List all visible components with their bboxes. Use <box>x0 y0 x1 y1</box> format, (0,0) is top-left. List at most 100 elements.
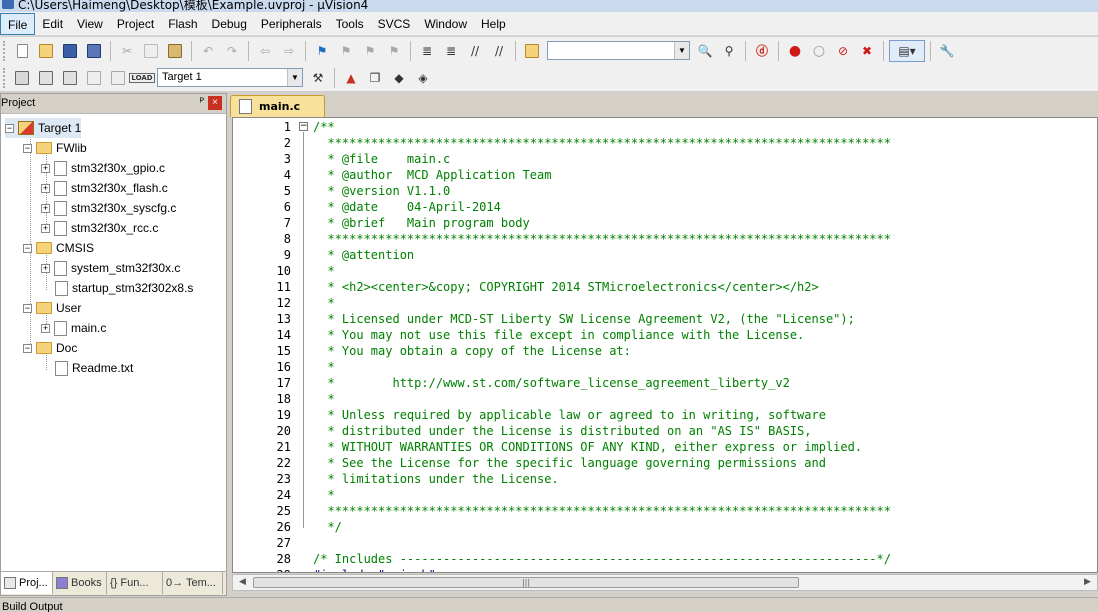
title-bar: C:\Users\Haimeng\Desktop\模板\Example.uvpr… <box>0 0 1098 12</box>
tree-file-item[interactable]: + main.c <box>41 318 106 338</box>
disable-all-breakpoints-button[interactable]: ⊘ <box>832 40 854 62</box>
menu-window[interactable]: Window <box>417 13 474 35</box>
tree-group-user[interactable]: − User <box>23 298 81 318</box>
line-number: 15 <box>276 344 291 358</box>
pack-installer-button[interactable]: ◈ <box>412 67 434 89</box>
file-extensions-button[interactable]: ❐ <box>364 67 386 89</box>
indent-button[interactable]: ≣ <box>416 40 438 62</box>
bookmark-next-button[interactable]: ⚑ <box>359 40 381 62</box>
bookmark-clear-button[interactable]: ⚑ <box>383 40 405 62</box>
navigate-forward-button[interactable]: ⇨ <box>278 40 300 62</box>
tab-books[interactable]: Books <box>53 572 107 594</box>
menu-debug[interactable]: Debug <box>205 13 254 35</box>
open-file-button[interactable] <box>35 40 57 62</box>
collapse-icon[interactable]: − <box>23 143 32 153</box>
menu-flash[interactable]: Flash <box>161 13 204 35</box>
tree-group-doc[interactable]: − Doc <box>23 338 77 358</box>
manage-components-button[interactable]: ▲ <box>340 67 362 89</box>
toolbar-grip[interactable] <box>3 67 7 88</box>
menu-project[interactable]: Project <box>110 13 161 35</box>
save-all-button[interactable] <box>83 40 105 62</box>
undo-button[interactable]: ↶ <box>197 40 219 62</box>
tree-file-item[interactable]: + stm32f30x_flash.c <box>41 178 168 198</box>
bookmark-prev-button[interactable]: ⚑ <box>335 40 357 62</box>
pin-icon[interactable]: ᴾ <box>200 94 204 112</box>
menu-help[interactable]: Help <box>474 13 513 35</box>
expand-icon[interactable]: + <box>41 203 50 213</box>
stack-icon: ❐ <box>369 70 381 85</box>
target-options-button[interactable]: ⚒ <box>307 67 329 89</box>
components-icon: ▲ <box>346 70 356 85</box>
batch-build-button[interactable] <box>83 67 105 89</box>
bookmark-toggle-button[interactable]: ⚑ <box>311 40 333 62</box>
download-button[interactable]: LOAD <box>129 67 155 89</box>
rebuild-icon <box>63 70 77 85</box>
tree-file-item[interactable]: + stm32f30x_syscfg.c <box>41 198 176 218</box>
menu-view[interactable]: View <box>70 13 110 35</box>
expand-icon[interactable]: + <box>41 163 50 173</box>
editor-horizontal-scrollbar[interactable]: ◀ ||| ▶ <box>232 574 1098 591</box>
target-select[interactable]: Target 1 ▼ <box>157 68 303 87</box>
insert-breakpoint-button[interactable]: ● <box>784 40 806 62</box>
find-button[interactable]: 🔍 <box>694 40 716 62</box>
scrollbar-thumb[interactable]: ||| <box>253 577 799 588</box>
kill-all-breakpoints-button[interactable]: ✖ <box>856 40 878 62</box>
fold-toggle-icon[interactable]: − <box>299 122 308 131</box>
window-layout-button[interactable]: ▤▾ <box>889 39 925 62</box>
menu-file[interactable]: File <box>0 12 36 35</box>
scroll-right-icon[interactable]: ▶ <box>1080 576 1095 589</box>
stop-build-button[interactable] <box>107 67 129 89</box>
expand-icon[interactable]: + <box>41 223 50 233</box>
tab-main-c[interactable]: main.c <box>230 95 325 117</box>
select-packs-button[interactable]: ◆ <box>388 67 410 89</box>
enable-breakpoint-button[interactable]: ○ <box>808 40 830 62</box>
start-debug-button[interactable]: ⓓ <box>751 40 773 62</box>
expand-icon[interactable]: + <box>41 323 50 333</box>
navigate-back-button[interactable]: ⇦ <box>254 40 276 62</box>
toolbar-separator <box>410 40 411 61</box>
menu-peripherals[interactable]: Peripherals <box>254 13 329 35</box>
uncomment-button[interactable]: // <box>488 40 510 62</box>
tab-functions[interactable]: {} Fun... <box>107 572 163 594</box>
tree-group-cmsis[interactable]: − CMSIS <box>23 238 94 258</box>
tab-templates[interactable]: 0→ Tem... <box>163 572 223 594</box>
tree-file-item[interactable]: + system_stm32f30x.c <box>41 258 180 278</box>
redo-button[interactable]: ↷ <box>221 40 243 62</box>
comment-button[interactable]: // <box>464 40 486 62</box>
close-panel-button[interactable]: × <box>208 96 222 110</box>
find-combo[interactable]: ▼ <box>547 41 690 60</box>
cut-button[interactable]: ✂ <box>116 40 138 62</box>
tab-project[interactable]: Proj... <box>1 572 53 594</box>
tab-label: Proj... <box>19 577 48 589</box>
tree-file-item[interactable]: + stm32f30x_rcc.c <box>41 218 158 238</box>
toolbar-separator <box>515 40 516 61</box>
find-in-files-button[interactable] <box>521 40 543 62</box>
expand-icon[interactable]: + <box>41 263 50 273</box>
new-file-button[interactable] <box>11 40 33 62</box>
tree-target[interactable]: − Target 1 <box>5 118 82 138</box>
tree-group-fwlib[interactable]: − FWlib <box>23 138 87 158</box>
collapse-icon[interactable]: − <box>23 243 32 253</box>
menu-tools[interactable]: Tools <box>329 13 371 35</box>
build-button[interactable] <box>35 67 57 89</box>
scroll-left-icon[interactable]: ◀ <box>235 576 250 589</box>
collapse-icon[interactable]: − <box>5 123 14 133</box>
incremental-find-button[interactable]: ⚲ <box>718 40 740 62</box>
rebuild-button[interactable] <box>59 67 81 89</box>
unindent-button[interactable]: ≣ <box>440 40 462 62</box>
tree-file-item[interactable]: startup_stm32f302x8.s <box>55 278 193 298</box>
menu-svcs[interactable]: SVCS <box>371 13 418 35</box>
tree-file-item[interactable]: + stm32f30x_gpio.c <box>41 158 165 178</box>
tree-file-item[interactable]: Readme.txt <box>55 358 133 378</box>
paste-button[interactable] <box>164 40 186 62</box>
code-editor[interactable]: 1 2 3 4 5 6 7 8 9 10 11 12 13 14 15 16 17 18 19 20 21 22 23 24 2… <box>232 117 1098 573</box>
collapse-icon[interactable]: − <box>23 343 32 353</box>
menu-edit[interactable]: Edit <box>35 13 70 35</box>
copy-button[interactable] <box>140 40 162 62</box>
expand-icon[interactable]: + <box>41 183 50 193</box>
collapse-icon[interactable]: − <box>23 303 32 313</box>
configure-button[interactable]: 🔧 <box>936 40 958 62</box>
translate-button[interactable] <box>11 67 33 89</box>
toolbar-grip[interactable] <box>3 40 7 61</box>
save-button[interactable] <box>59 40 81 62</box>
